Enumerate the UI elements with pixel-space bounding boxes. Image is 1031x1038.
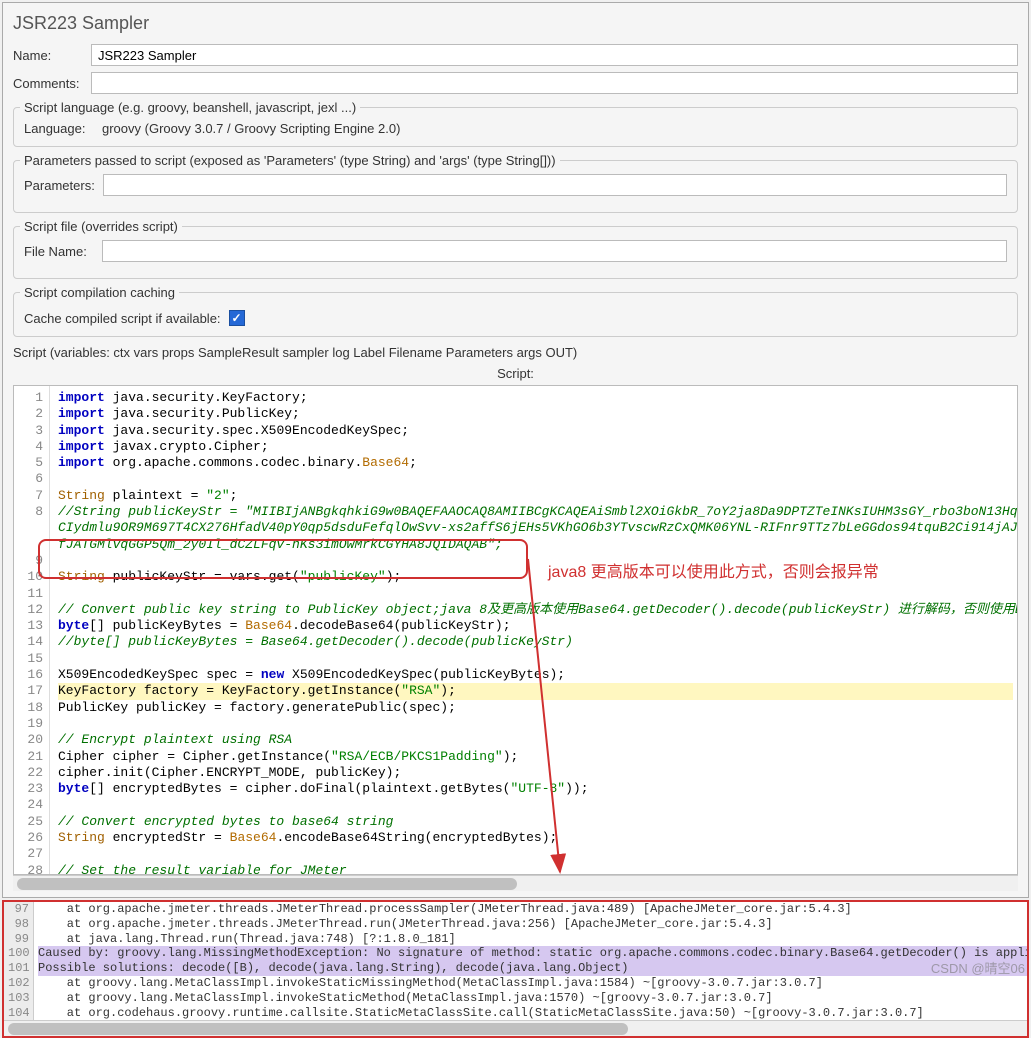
log-panel: 979899100101102103104 at org.apache.jmet…: [2, 900, 1029, 1038]
parameters-legend: Parameters passed to script (exposed as …: [20, 153, 560, 168]
language-legend: Script language (e.g. groovy, beanshell,…: [20, 100, 360, 115]
log-h-scrollbar[interactable]: [4, 1020, 1027, 1036]
script-note: Script (variables: ctx vars props Sample…: [13, 345, 1018, 360]
language-value[interactable]: groovy (Groovy 3.0.7 / Groovy Scripting …: [102, 121, 400, 136]
log-gutter: 979899100101102103104: [4, 902, 34, 1020]
comments-label: Comments:: [13, 76, 83, 91]
cache-label: Cache compiled script if available:: [24, 311, 221, 326]
scrollbar-thumb[interactable]: [17, 878, 517, 890]
script-editor[interactable]: 1234567891011121314151617181920212223242…: [13, 385, 1018, 875]
log-scrollbar-thumb[interactable]: [8, 1023, 628, 1035]
name-label: Name:: [13, 48, 83, 63]
parameters-input[interactable]: [103, 174, 1007, 196]
parameters-label: Parameters:: [24, 178, 95, 193]
cache-checkbox[interactable]: ✓: [229, 310, 245, 326]
watermark: CSDN @晴空06: [931, 958, 1025, 977]
language-label: Language:: [24, 121, 94, 136]
code-body[interactable]: import java.security.KeyFactory;import j…: [50, 386, 1017, 874]
script-label: Script:: [13, 366, 1018, 381]
line-gutter: 1234567891011121314151617181920212223242…: [14, 386, 50, 874]
code-h-scrollbar[interactable]: [13, 875, 1018, 891]
name-input[interactable]: [91, 44, 1018, 66]
annotation-text: java8 更高版本可以使用此方式，否则会报异常: [548, 558, 879, 582]
filename-input[interactable]: [102, 240, 1007, 262]
sampler-panel: JSR223 Sampler Name: Comments: Script la…: [2, 2, 1029, 898]
annotation-box: [38, 539, 528, 579]
parameters-fieldset: Parameters passed to script (exposed as …: [13, 153, 1018, 213]
scriptfile-fieldset: Script file (overrides script) File Name…: [13, 219, 1018, 279]
filename-label: File Name:: [24, 244, 94, 259]
cache-legend: Script compilation caching: [20, 285, 179, 300]
scriptfile-legend: Script file (overrides script): [20, 219, 182, 234]
panel-title: JSR223 Sampler: [13, 9, 1018, 38]
language-fieldset: Script language (e.g. groovy, beanshell,…: [13, 100, 1018, 147]
cache-fieldset: Script compilation caching Cache compile…: [13, 285, 1018, 337]
name-row: Name:: [13, 44, 1018, 66]
comments-row: Comments:: [13, 72, 1018, 94]
comments-input[interactable]: [91, 72, 1018, 94]
log-body[interactable]: at org.apache.jmeter.threads.JMeterThrea…: [34, 902, 1027, 1020]
